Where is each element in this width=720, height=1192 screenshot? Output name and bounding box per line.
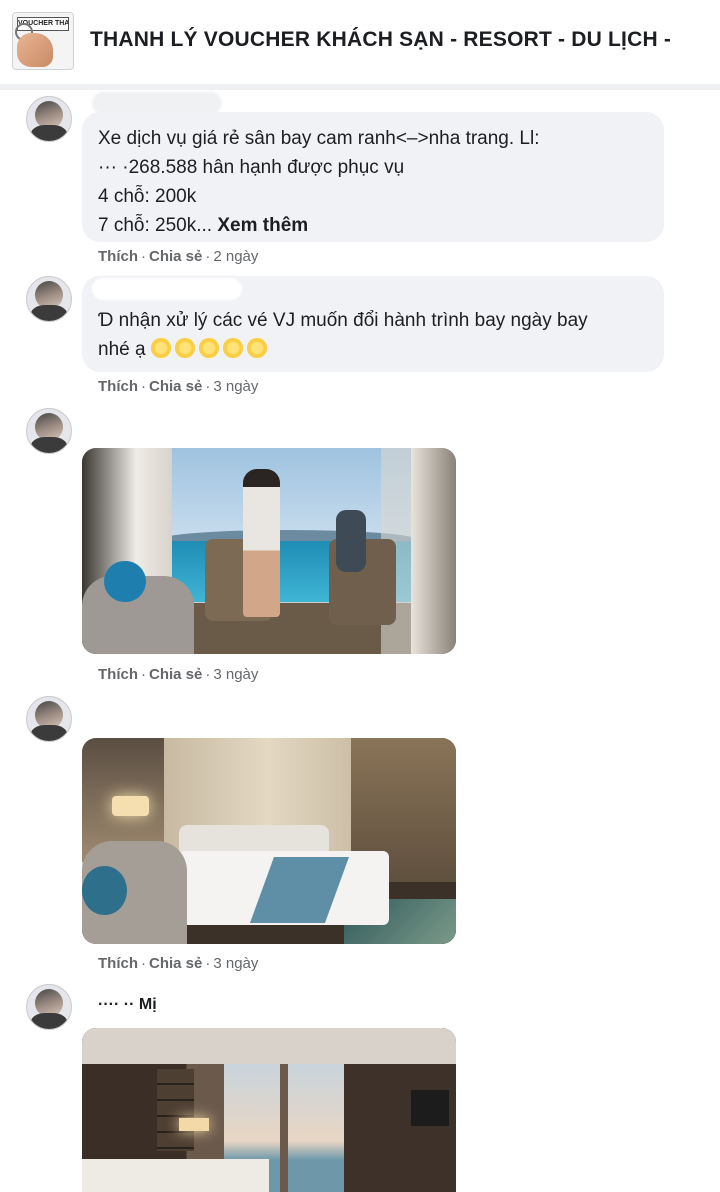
- comment-actions: Thích · Chia sẻ · 3 ngày: [98, 955, 258, 972]
- comment-photo-suite[interactable]: [82, 1028, 456, 1192]
- share-link[interactable]: Chia sẻ: [149, 666, 202, 683]
- separator-dot: ·: [141, 248, 146, 265]
- sun-emoji-icon: [150, 338, 171, 358]
- photo-lamp: [179, 1118, 210, 1132]
- commenter-name-redacted[interactable]: [92, 92, 222, 114]
- commenter-avatar[interactable]: [26, 696, 72, 742]
- hand-image: [17, 33, 53, 67]
- comment-line: Ɗ nhận xử lý các vé VJ muốn đổi hành trì…: [98, 310, 588, 331]
- comment-line-last: 7 chỗ: 250k... Xem thêm: [98, 211, 648, 240]
- commenter-avatar[interactable]: [26, 984, 72, 1030]
- group-thumbnail[interactable]: VOUCHER THANH LÝ: [12, 12, 74, 70]
- photo-pillow: [82, 865, 127, 916]
- photo-tv: [411, 1090, 449, 1127]
- comment-actions: Thích · Chia sẻ · 3 ngày: [98, 666, 258, 683]
- separator-dot: ·: [141, 955, 146, 972]
- share-link[interactable]: Chia sẻ: [149, 955, 202, 972]
- separator-dot: ·: [205, 248, 211, 265]
- comment-actions: Thích · Chia sẻ · 3 ngày: [98, 378, 258, 395]
- photo-curtain-right: [411, 448, 456, 654]
- sun-emoji-icon: [174, 338, 195, 358]
- comment-line: ··· ·268.588 hân hạnh được phục vụ: [98, 157, 405, 178]
- photo-shelf: [156, 1069, 195, 1151]
- photo-man: [336, 509, 367, 572]
- photo-pillow: [104, 561, 146, 603]
- avatar-body: [31, 725, 67, 741]
- separator-dot: ·: [141, 378, 146, 395]
- photo-woman: [242, 468, 281, 617]
- share-link[interactable]: Chia sẻ: [149, 248, 202, 265]
- header-divider: [0, 84, 720, 90]
- see-more-link[interactable]: Xem thêm: [217, 215, 308, 236]
- sun-emoji-icon: [246, 338, 267, 358]
- like-link[interactable]: Thích: [98, 378, 138, 395]
- separator-dot: ·: [205, 378, 211, 395]
- avatar-body: [31, 125, 67, 141]
- comment-photo-bedroom[interactable]: [82, 738, 456, 944]
- comment-time[interactable]: 3 ngày: [213, 666, 258, 683]
- like-link[interactable]: Thích: [98, 666, 138, 683]
- separator-dot: ·: [205, 955, 211, 972]
- avatar-body: [31, 305, 67, 321]
- emoji-row: [150, 338, 271, 360]
- like-link[interactable]: Thích: [98, 248, 138, 265]
- comment-time[interactable]: 3 ngày: [213, 955, 258, 972]
- like-link[interactable]: Thích: [98, 955, 138, 972]
- commenter-avatar[interactable]: [26, 276, 72, 322]
- comment-line-last: nhé ạ: [98, 335, 648, 364]
- group-title[interactable]: THANH LÝ VOUCHER KHÁCH SẠN - RESORT - DU…: [90, 28, 720, 52]
- comment-line: 4 chỗ: 200k: [98, 186, 197, 207]
- photo-lamp: [111, 795, 150, 817]
- comment-line-text: 7 chỗ: 250k...: [98, 215, 213, 236]
- share-link[interactable]: Chia sẻ: [149, 378, 202, 395]
- comment-bubble: Xe dịch vụ giá rẻ sân bay cam ranh<–>nha…: [82, 112, 664, 242]
- commenter-name-redacted-top: [92, 278, 242, 300]
- group-header: VOUCHER THANH LÝ THANH LÝ VOUCHER KHÁCH …: [0, 0, 720, 85]
- separator-dot: ·: [205, 666, 211, 683]
- comment-time[interactable]: 3 ngày: [213, 378, 258, 395]
- comment-actions: Thích · Chia sẻ · 2 ngày: [98, 248, 258, 265]
- separator-dot: ·: [141, 666, 146, 683]
- sun-emoji-icon: [198, 338, 219, 358]
- avatar-body: [31, 437, 67, 453]
- sun-emoji-icon: [222, 338, 243, 358]
- commenter-avatar[interactable]: [26, 96, 72, 142]
- comment-time[interactable]: 2 ngày: [213, 248, 258, 265]
- commenter-avatar[interactable]: [26, 408, 72, 454]
- comment-line: Xe dịch vụ giá rẻ sân bay cam ranh<–>nha…: [98, 128, 540, 149]
- photo-ceiling: [82, 1028, 456, 1065]
- photo-window-frame: [280, 1064, 288, 1192]
- comment-line-text: nhé ạ: [98, 339, 146, 360]
- commenter-name-partial[interactable]: ···· ·· Mị: [98, 996, 157, 1014]
- photo-bed: [82, 1159, 269, 1192]
- avatar-body: [31, 1013, 67, 1029]
- comment-photo-balcony[interactable]: [82, 448, 456, 654]
